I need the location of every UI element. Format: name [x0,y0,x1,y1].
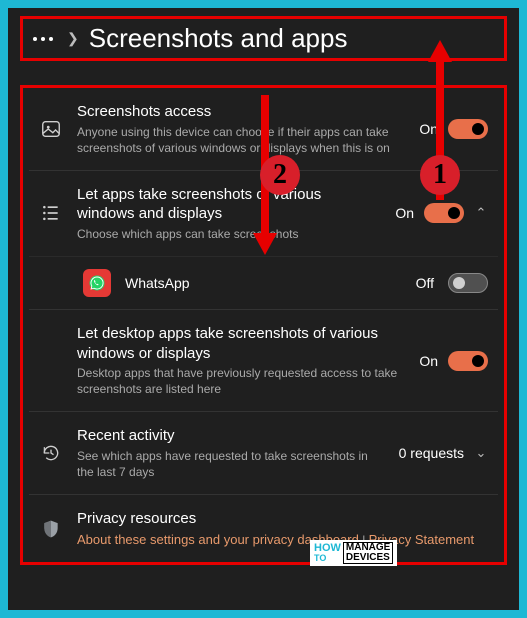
apps-screenshots-toggle[interactable] [424,203,464,223]
recent-activity-row[interactable]: Recent activity See which apps have requ… [29,411,498,494]
row-title: Privacy resources [77,509,488,529]
whatsapp-icon [83,269,111,297]
history-icon [39,443,63,463]
toggle-state: On [419,353,438,369]
chevron-up-icon[interactable]: ⌃ [474,205,488,221]
screenshots-access-toggle[interactable] [448,119,488,139]
apps-screenshots-row[interactable]: Let apps take screenshots of various win… [29,170,498,256]
image-icon [39,118,63,140]
chevron-down-icon[interactable]: ⌄ [474,445,488,461]
toggle-state: On [419,121,438,137]
page-title: Screenshots and apps [89,23,348,54]
desktop-apps-row: Let desktop apps take screenshots of var… [29,309,498,411]
row-title: Let desktop apps take screenshots of var… [77,324,405,363]
screenshots-access-row: Screenshots access Anyone using this dev… [29,88,498,170]
list-icon [39,203,63,223]
whatsapp-toggle[interactable] [448,273,488,293]
row-title: Let apps take screenshots of various win… [77,185,381,224]
settings-list: Screenshots access Anyone using this dev… [20,85,507,565]
app-item-whatsapp: WhatsApp Off [29,256,498,309]
row-title: Recent activity [77,426,385,446]
toggle-state: On [395,205,414,221]
requests-count: 0 requests [399,445,464,461]
privacy-about-link[interactable]: About these settings and your privacy da… [77,532,359,547]
desktop-apps-toggle[interactable] [448,351,488,371]
app-name: WhatsApp [125,275,402,291]
privacy-statement-link[interactable]: Privacy Statement [369,532,475,547]
more-icon[interactable] [29,37,57,41]
shield-icon [39,518,63,540]
row-subtitle: Anyone using this device can choose if t… [77,124,405,156]
breadcrumb-header: ❯ Screenshots and apps [20,16,507,61]
row-subtitle: Desktop apps that have previously reques… [77,365,405,397]
toggle-state: Off [416,275,434,291]
chevron-right-icon: ❯ [67,30,79,47]
privacy-resources-row: Privacy resources About these settings a… [29,494,498,562]
row-title: Screenshots access [77,102,405,122]
row-subtitle: Choose which apps can take screenshots [77,226,381,242]
row-subtitle: See which apps have requested to take sc… [77,448,385,480]
